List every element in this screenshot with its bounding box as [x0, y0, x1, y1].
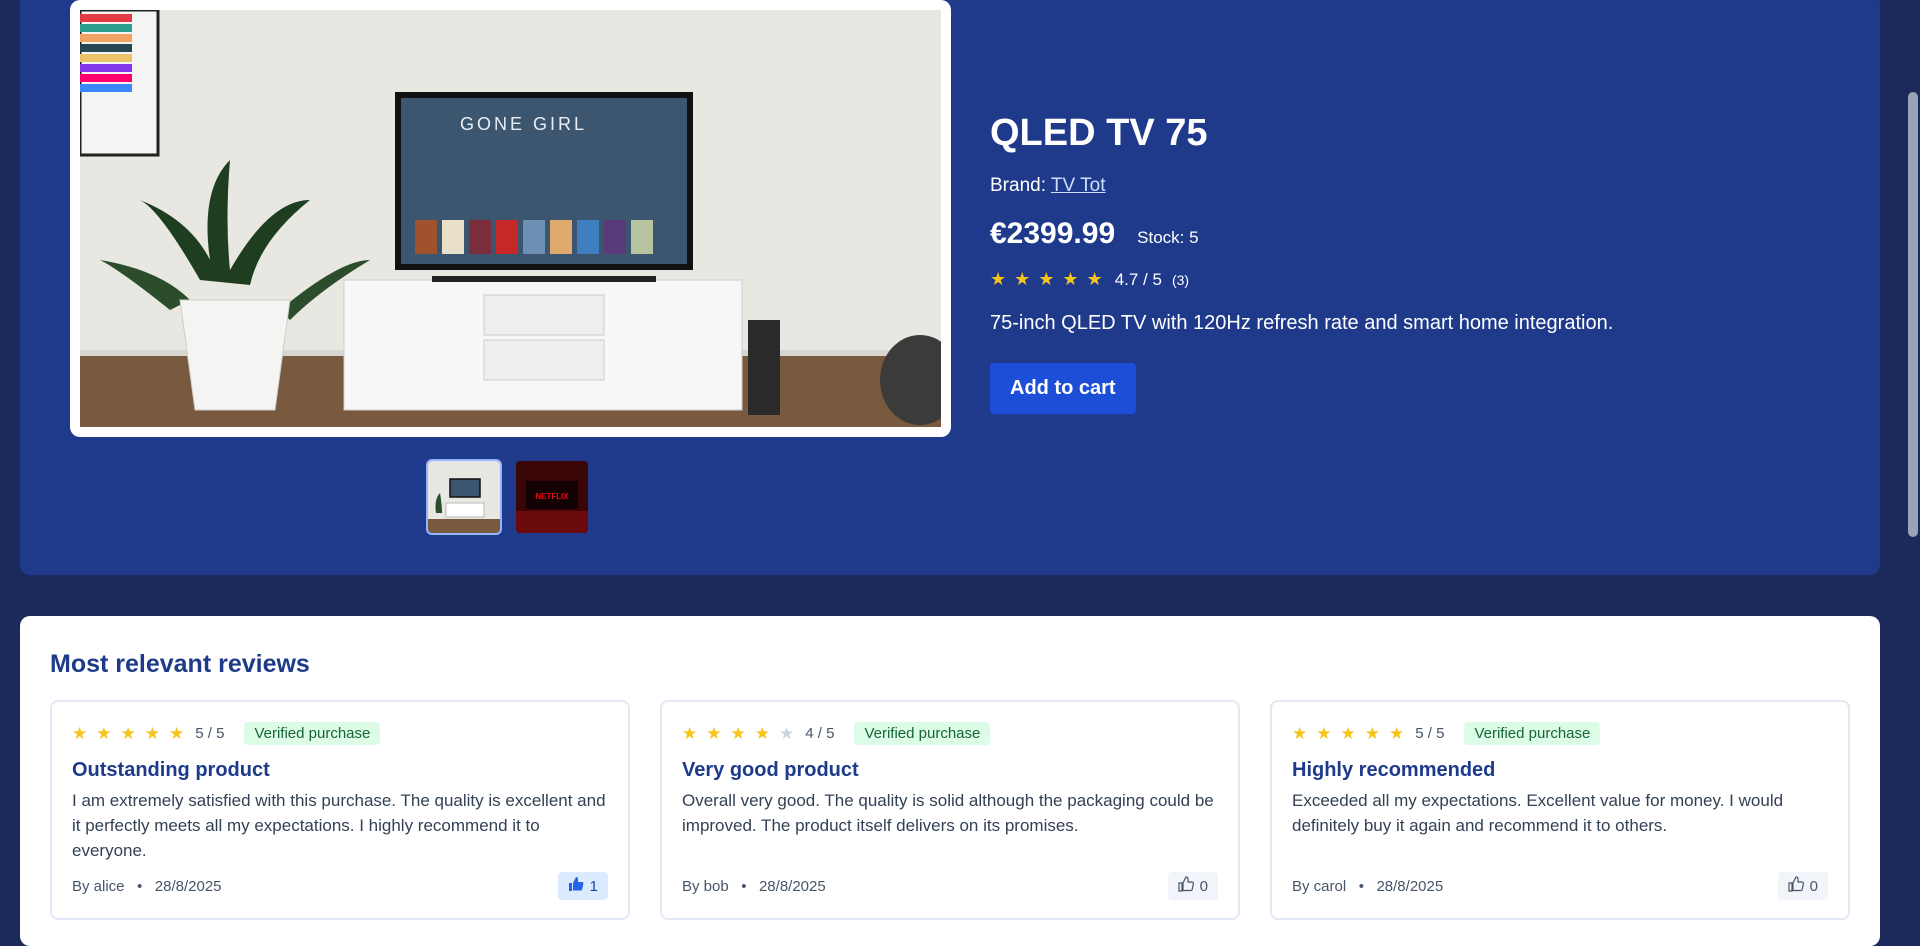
brand-label: Brand: [990, 175, 1046, 196]
review-card: ★★★★★ 5 / 5 Verified purchase Outstandin… [50, 700, 630, 920]
reviews-panel: Most relevant reviews ★★★★★ 5 / 5 Verifi… [20, 616, 1880, 946]
product-rating: ★★★★★ 4.7 / 5 (3) [990, 269, 1613, 290]
thumbs-up-icon [1788, 876, 1804, 896]
product-price: €2399.99 [990, 217, 1116, 250]
review-footer: By carol • 28/8/2025 0 [1292, 872, 1828, 900]
review-stars: ★★★★★ [1292, 724, 1413, 744]
star-filled-icon: ★ [169, 723, 194, 743]
review-meta: By carol • 28/8/2025 [1292, 878, 1443, 895]
review-date: 28/8/2025 [154, 877, 222, 895]
star-filled-icon: ★ [682, 723, 707, 743]
thumbnail-1[interactable] [426, 459, 502, 535]
star-filled-icon: ★ [1340, 723, 1365, 743]
helpful-count: 1 [589, 877, 598, 895]
star-filled-icon: ★ [1316, 723, 1341, 743]
star-filled-icon: ★ [1292, 723, 1317, 743]
thumbnail-netflix-room: NETFLIX [516, 461, 588, 533]
review-header: ★★★★★ 5 / 5 Verified purchase [72, 722, 608, 745]
review-card: ★★★★★ 5 / 5 Verified purchase Highly rec… [1270, 700, 1850, 920]
meta-separator: • [128, 877, 151, 895]
star-filled-icon: ★ [1364, 723, 1389, 743]
star-filled-icon: ★ [754, 723, 779, 743]
review-body: Overall very good. The quality is solid … [682, 791, 1214, 835]
thumbs-up-icon [1178, 876, 1194, 896]
meta-separator: • [732, 877, 755, 895]
review-author: By carol [1292, 877, 1347, 895]
review-author: By bob [682, 877, 729, 895]
review-author: By alice [72, 877, 125, 895]
price-row: €2399.99 Stock: 5 [990, 217, 1613, 251]
review-footer: By alice • 28/8/2025 1 [72, 872, 608, 900]
review-footer: By bob • 28/8/2025 0 [682, 872, 1218, 900]
thumbnail-netflix-logo: NETFLIX [535, 492, 569, 501]
rating-text: 4.7 / 5 [1114, 269, 1162, 289]
rating-stars: ★★★★★ [990, 269, 1111, 289]
product-panel: GONE GIRL NETFLIX QLED TV 75 Brand: TV T… [20, 0, 1880, 575]
star-filled-icon: ★ [144, 723, 169, 743]
product-brand: Brand: TV Tot [990, 175, 1613, 197]
review-meta: By bob • 28/8/2025 [682, 878, 826, 895]
image-thumbnails: NETFLIX [426, 459, 590, 535]
product-title: QLED TV 75 [990, 112, 1208, 154]
brand-link[interactable]: TV Tot [1051, 175, 1106, 196]
helpful-button[interactable]: 1 [557, 872, 608, 900]
review-score: 4 / 5 [805, 725, 835, 742]
review-score: 5 / 5 [195, 725, 225, 742]
review-body: I am extremely satisfied with this purch… [72, 791, 606, 860]
reviews-title: Most relevant reviews [50, 650, 310, 678]
product-stock: Stock: 5 [1137, 228, 1199, 247]
product-info: QLED TV 75 Brand: TV Tot €2399.99 Stock:… [990, 112, 1613, 414]
verified-badge: Verified purchase [244, 722, 381, 745]
star-filled-icon: ★ [730, 723, 755, 743]
verified-badge: Verified purchase [854, 722, 991, 745]
review-date: 28/8/2025 [1376, 877, 1444, 895]
review-score: 5 / 5 [1415, 725, 1445, 742]
product-description: 75-inch QLED TV with 120Hz refresh rate … [990, 312, 1614, 334]
helpful-count: 0 [1199, 877, 1208, 895]
thumbnail-tv-room [428, 461, 500, 533]
main-product-image[interactable]: GONE GIRL [80, 10, 941, 427]
helpful-button[interactable]: 0 [1167, 872, 1218, 900]
tv-screen-movie-title: GONE GIRL [460, 114, 587, 134]
star-filled-icon: ★ [72, 723, 97, 743]
page-scrollbar[interactable] [1908, 92, 1918, 537]
review-body: Exceeded all my expectations. Excellent … [1292, 791, 1784, 835]
main-image-frame: GONE GIRL [70, 0, 951, 437]
star-empty-icon: ★ [779, 723, 804, 743]
review-heading: Highly recommended [1292, 759, 1496, 781]
meta-separator: • [1350, 877, 1373, 895]
review-heading: Outstanding product [72, 759, 270, 781]
thumbs-up-icon [568, 876, 584, 896]
review-header: ★★★★★ 5 / 5 Verified purchase [1292, 722, 1828, 745]
add-to-cart-button[interactable]: Add to cart [990, 363, 1136, 414]
star-filled-icon: ★ [1389, 723, 1414, 743]
star-filled-icon: ★ [706, 723, 731, 743]
helpful-button[interactable]: 0 [1777, 872, 1828, 900]
review-header: ★★★★★ 4 / 5 Verified purchase [682, 722, 1218, 745]
review-card: ★★★★★ 4 / 5 Verified purchase Very good … [660, 700, 1240, 920]
review-stars: ★★★★★ [72, 724, 193, 744]
rating-count: (3) [1171, 271, 1190, 288]
star-filled-icon: ★ [120, 723, 145, 743]
review-meta: By alice • 28/8/2025 [72, 878, 222, 895]
review-heading: Very good product [682, 759, 859, 781]
star-filled-icon: ★ [96, 723, 121, 743]
helpful-count: 0 [1809, 877, 1818, 895]
review-date: 28/8/2025 [758, 877, 826, 895]
verified-badge: Verified purchase [1464, 722, 1601, 745]
review-stars: ★★★★★ [682, 724, 803, 744]
tv-room-illustration: GONE GIRL [80, 10, 941, 427]
thumbnail-2[interactable]: NETFLIX [514, 459, 590, 535]
